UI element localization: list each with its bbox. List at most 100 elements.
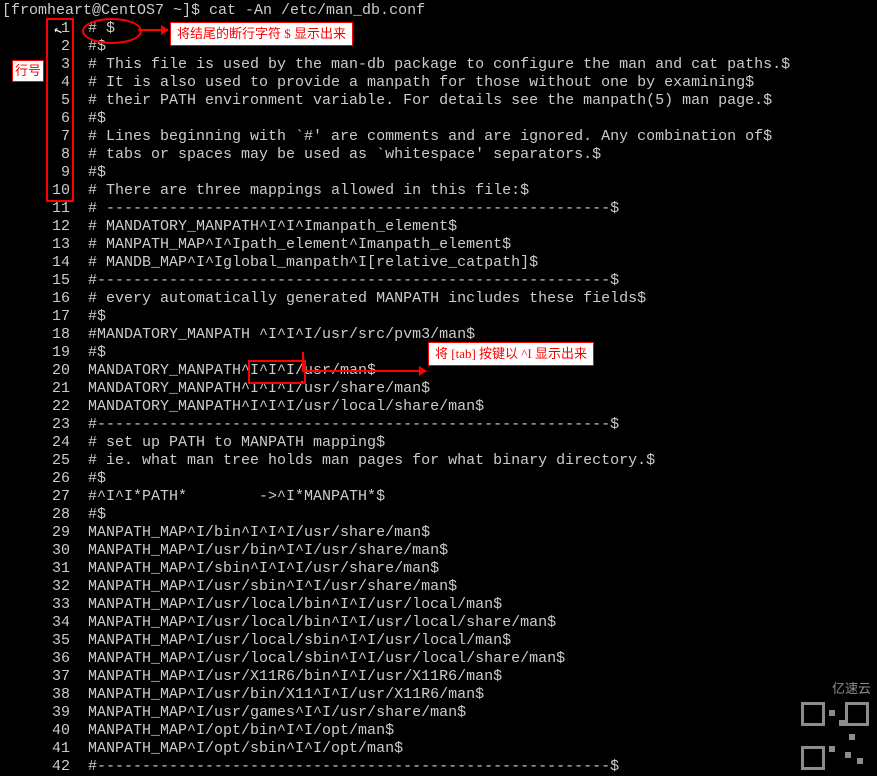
line-text: # It is also used to provide a manpath f… xyxy=(88,74,754,91)
line-text: MANDATORY_MANPATH^I^I^I/usr/local/share/… xyxy=(88,398,484,415)
watermark-text: 亿速云 xyxy=(832,680,871,698)
line-number: 37 xyxy=(0,668,70,686)
output-row: 30 MANPATH_MAP^I/usr/bin^I^I/usr/share/m… xyxy=(0,542,448,560)
line-text: # MANDATORY_MANPATH^I^I^Imanpath_element… xyxy=(88,218,457,235)
line-text: # ie. what man tree holds man pages for … xyxy=(88,452,655,469)
line-text: MANPATH_MAP^I/usr/bin^I^I/usr/share/man$ xyxy=(88,542,448,559)
line-number: 39 xyxy=(0,704,70,722)
output-row: 12 # MANDATORY_MANPATH^I^I^Imanpath_elem… xyxy=(0,218,457,236)
line-text: # There are three mappings allowed in th… xyxy=(88,182,529,199)
line-text: #---------------------------------------… xyxy=(88,416,619,433)
line-text: MANPATH_MAP^I/usr/local/sbin^I^I/usr/loc… xyxy=(88,632,511,649)
output-row: 35 MANPATH_MAP^I/usr/local/sbin^I^I/usr/… xyxy=(0,632,511,650)
line-number: 30 xyxy=(0,542,70,560)
line-text: MANPATH_MAP^I/usr/local/sbin^I^I/usr/loc… xyxy=(88,650,565,667)
output-row: 10 # There are three mappings allowed in… xyxy=(0,182,529,200)
line-text: # every automatically generated MANPATH … xyxy=(88,290,646,307)
line-number: 14 xyxy=(0,254,70,272)
line-text: #^I^I*PATH* ->^I*MANPATH*$ xyxy=(88,488,385,505)
terminal-window: { "prompt": "[fromheart@CentOS7 ~]$ cat … xyxy=(0,0,877,776)
line-text: # This file is used by the man-db packag… xyxy=(88,56,790,73)
line-number: 7 xyxy=(0,128,70,146)
line-number: 35 xyxy=(0,632,70,650)
line-text: # tabs or spaces may be used as `whitesp… xyxy=(88,146,601,163)
output-row: 32 MANPATH_MAP^I/usr/sbin^I^I/usr/share/… xyxy=(0,578,457,596)
line-number: 23 xyxy=(0,416,70,434)
output-row: 38 MANPATH_MAP^I/usr/bin/X11^I^I/usr/X11… xyxy=(0,686,484,704)
line-number: 5 xyxy=(0,92,70,110)
line-text: # set up PATH to MANPATH mapping$ xyxy=(88,434,385,451)
line-number: 11 xyxy=(0,200,70,218)
line-number: 18 xyxy=(0,326,70,344)
output-row: 19 #$ xyxy=(0,344,106,362)
line-number: 17 xyxy=(0,308,70,326)
output-row: 4 # It is also used to provide a manpath… xyxy=(0,74,754,92)
arrow-icon xyxy=(302,370,426,372)
output-row: 28 #$ xyxy=(0,506,106,524)
line-text: #$ xyxy=(88,344,106,361)
output-row: 14 # MANDB_MAP^I^Iglobal_manpath^I[relat… xyxy=(0,254,538,272)
line-text: MANPATH_MAP^I/usr/local/bin^I^I/usr/loca… xyxy=(88,596,502,613)
arrow-icon xyxy=(138,29,168,31)
shell-prompt[interactable]: [fromheart@CentOS7 ~]$ cat -An /etc/man_… xyxy=(2,2,425,20)
output-row: 25 # ie. what man tree holds man pages f… xyxy=(0,452,655,470)
line-number: 40 xyxy=(0,722,70,740)
output-row: 11 # -----------------------------------… xyxy=(0,200,619,218)
qr-code-icon xyxy=(799,700,871,772)
output-row: 41 MANPATH_MAP^I/opt/sbin^I^I/opt/man$ xyxy=(0,740,403,758)
line-number: 12 xyxy=(0,218,70,236)
output-row: 42 #------------------------------------… xyxy=(0,758,619,776)
line-number: 19 xyxy=(0,344,70,362)
line-text: MANPATH_MAP^I/opt/bin^I^I/opt/man$ xyxy=(88,722,394,739)
line-text: # their PATH environment variable. For d… xyxy=(88,92,772,109)
line-number: 21 xyxy=(0,380,70,398)
output-row: 9 #$ xyxy=(0,164,106,182)
output-row: 3 # This file is used by the man-db pack… xyxy=(0,56,790,74)
line-text: # MANPATH_MAP^I^Ipath_element^Imanpath_e… xyxy=(88,236,511,253)
output-row: 33 MANPATH_MAP^I/usr/local/bin^I^I/usr/l… xyxy=(0,596,502,614)
dollar-annotation: 将结尾的断行字符 $ 显示出来 xyxy=(170,22,353,46)
line-number: 28 xyxy=(0,506,70,524)
output-row: 2 #$ xyxy=(0,38,106,56)
line-number: 41 xyxy=(0,740,70,758)
line-text: MANPATH_MAP^I/usr/local/bin^I^I/usr/loca… xyxy=(88,614,556,631)
output-row: 24 # set up PATH to MANPATH mapping$ xyxy=(0,434,385,452)
line-number: 27 xyxy=(0,488,70,506)
output-row: 15 #------------------------------------… xyxy=(0,272,619,290)
line-number: 29 xyxy=(0,524,70,542)
line-number: 22 xyxy=(0,398,70,416)
line-text: MANPATH_MAP^I/usr/bin/X11^I^I/usr/X11R6/… xyxy=(88,686,484,703)
line-text: #$ xyxy=(88,470,106,487)
line-number: 9 xyxy=(0,164,70,182)
line-number: 32 xyxy=(0,578,70,596)
output-row: 13 # MANPATH_MAP^I^Ipath_element^Imanpat… xyxy=(0,236,511,254)
line-number-label: 行号 xyxy=(12,60,44,82)
output-row: 31 MANPATH_MAP^I/sbin^I^I^I/usr/share/ma… xyxy=(0,560,439,578)
output-row: 8 # tabs or spaces may be used as `white… xyxy=(0,146,601,164)
output-row: 36 MANPATH_MAP^I/usr/local/sbin^I^I/usr/… xyxy=(0,650,565,668)
line-text: #$ xyxy=(88,506,106,523)
line-text: MANPATH_MAP^I/usr/X11R6/bin^I^I/usr/X11R… xyxy=(88,668,502,685)
output-row: 22 MANDATORY_MANPATH^I^I^I/usr/local/sha… xyxy=(0,398,484,416)
line-text: #$ xyxy=(88,308,106,325)
line-text: # $ xyxy=(88,20,115,37)
line-number: 20 xyxy=(0,362,70,380)
line-number: 25 xyxy=(0,452,70,470)
line-text: # --------------------------------------… xyxy=(88,200,619,217)
line-text: #---------------------------------------… xyxy=(88,272,619,289)
line-text: MANPATH_MAP^I/sbin^I^I^I/usr/share/man$ xyxy=(88,560,439,577)
output-row: 26 #$ xyxy=(0,470,106,488)
output-row: 21 MANDATORY_MANPATH^I^I^I/usr/share/man… xyxy=(0,380,430,398)
line-text: #$ xyxy=(88,38,106,55)
line-number: 10 xyxy=(0,182,70,200)
tab-annotation: 将 [tab] 按键以 ^I 显示出来 xyxy=(428,342,594,366)
line-number: 24 xyxy=(0,434,70,452)
line-text: MANPATH_MAP^I/opt/sbin^I^I/opt/man$ xyxy=(88,740,403,757)
line-text: # MANDB_MAP^I^Iglobal_manpath^I[relative… xyxy=(88,254,538,271)
line-text: #MANDATORY_MANPATH ^I^I^I/usr/src/pvm3/m… xyxy=(88,326,475,343)
output-row: 29 MANPATH_MAP^I/bin^I^I^I/usr/share/man… xyxy=(0,524,430,542)
output-row: 27 #^I^I*PATH* ->^I*MANPATH*$ xyxy=(0,488,385,506)
line-number: 33 xyxy=(0,596,70,614)
line-number: 15 xyxy=(0,272,70,290)
line-text: MANPATH_MAP^I/usr/games^I^I/usr/share/ma… xyxy=(88,704,466,721)
